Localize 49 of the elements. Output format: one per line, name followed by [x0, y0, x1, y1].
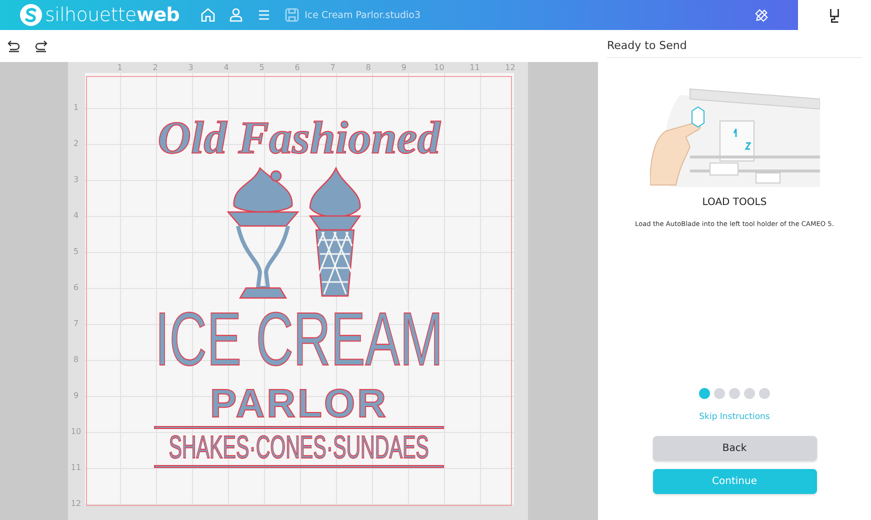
- home-icon[interactable]: [200, 7, 216, 23]
- app-logo: silhouetteweb: [45, 4, 180, 26]
- ruler-number: 3: [187, 62, 194, 72]
- ruler-number: 8: [364, 62, 372, 72]
- ruler-number: 12: [504, 62, 516, 72]
- user-icon[interactable]: [228, 7, 244, 23]
- ruler-number: 5: [72, 246, 80, 258]
- ruler-number: 10: [433, 62, 446, 72]
- ruler-number: 3: [72, 174, 80, 186]
- ruler-number: 5: [258, 62, 266, 72]
- step-dot[interactable]: [714, 388, 725, 399]
- step-dot[interactable]: [744, 388, 755, 399]
- step-dot[interactable]: [699, 388, 710, 399]
- ruler-number: 2: [152, 62, 159, 72]
- ruler-number: 7: [72, 318, 80, 330]
- continue-button[interactable]: Continue: [652, 469, 816, 494]
- save-icon[interactable]: [284, 7, 300, 23]
- step-title: LOAD TOOLS: [702, 197, 767, 209]
- ruler-number: 1: [72, 102, 80, 114]
- pencil-ruler-icon: [754, 8, 769, 22]
- undo-icon[interactable]: [7, 39, 21, 53]
- step-dot[interactable]: [759, 388, 770, 399]
- subtitle-text: PARLOR: [210, 382, 388, 426]
- ruler-number: 9: [400, 62, 408, 72]
- redo-icon[interactable]: [34, 39, 48, 53]
- ruler-number: 4: [72, 210, 80, 222]
- banner-text: SHAKES·CONES·SUNDAES: [168, 429, 430, 465]
- skip-instructions-link[interactable]: Skip Instructions: [699, 411, 770, 423]
- ruler-number: 2: [72, 138, 80, 150]
- step-dot[interactable]: [729, 388, 740, 399]
- ruler-number: 11: [468, 62, 481, 72]
- ruler-number: 7: [329, 62, 336, 72]
- plotter-blade-icon: [827, 8, 842, 22]
- back-button[interactable]: Back: [652, 436, 816, 461]
- ruler-number: 12: [70, 498, 82, 510]
- file-name: Ice Cream Parlor.studio3: [304, 10, 421, 20]
- headline-text: ICE CREAM: [155, 298, 444, 382]
- ruler-number: 6: [294, 62, 301, 72]
- ruler-number: 1: [116, 62, 124, 72]
- ruler-number: 6: [72, 282, 80, 294]
- ruler-number: 10: [70, 426, 82, 438]
- script-title: Old Fashioned: [158, 111, 440, 165]
- send-tab[interactable]: [798, 0, 871, 30]
- ruler-number: 9: [72, 390, 80, 402]
- ruler-number: 4: [222, 62, 230, 72]
- logo-icon: [20, 4, 42, 26]
- ruler-number: 8: [72, 354, 80, 366]
- ruler-number: 11: [70, 462, 82, 474]
- panel-title: Ready to Send: [607, 39, 687, 52]
